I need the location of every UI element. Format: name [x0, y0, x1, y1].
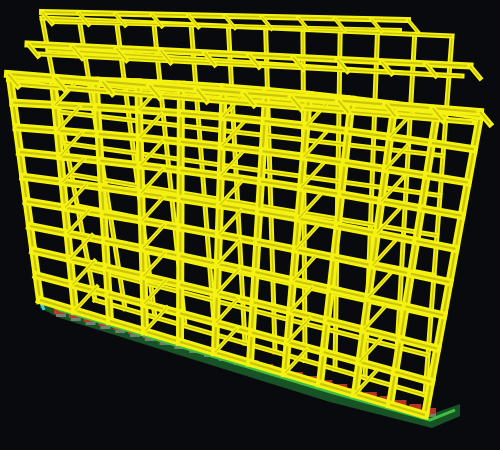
- mesh-marker: [70, 318, 81, 321]
- front-column-core: [214, 293, 219, 323]
- front-column-core: [219, 146, 223, 176]
- front-column-core: [216, 234, 220, 265]
- front-column-core: [217, 205, 221, 235]
- mesh-marker: [100, 326, 111, 329]
- mesh-marker: [56, 314, 66, 317]
- front-column-core: [218, 175, 222, 206]
- model-viewport[interactable]: [0, 0, 500, 450]
- front-column-core: [138, 137, 142, 166]
- front-column-core: [137, 109, 141, 138]
- structural-frame-model[interactable]: [0, 0, 500, 450]
- front-column-core: [139, 165, 143, 194]
- front-column-core: [220, 116, 224, 147]
- front-column-core: [213, 322, 218, 353]
- front-column-core: [215, 263, 219, 294]
- mesh-marker: [85, 322, 96, 325]
